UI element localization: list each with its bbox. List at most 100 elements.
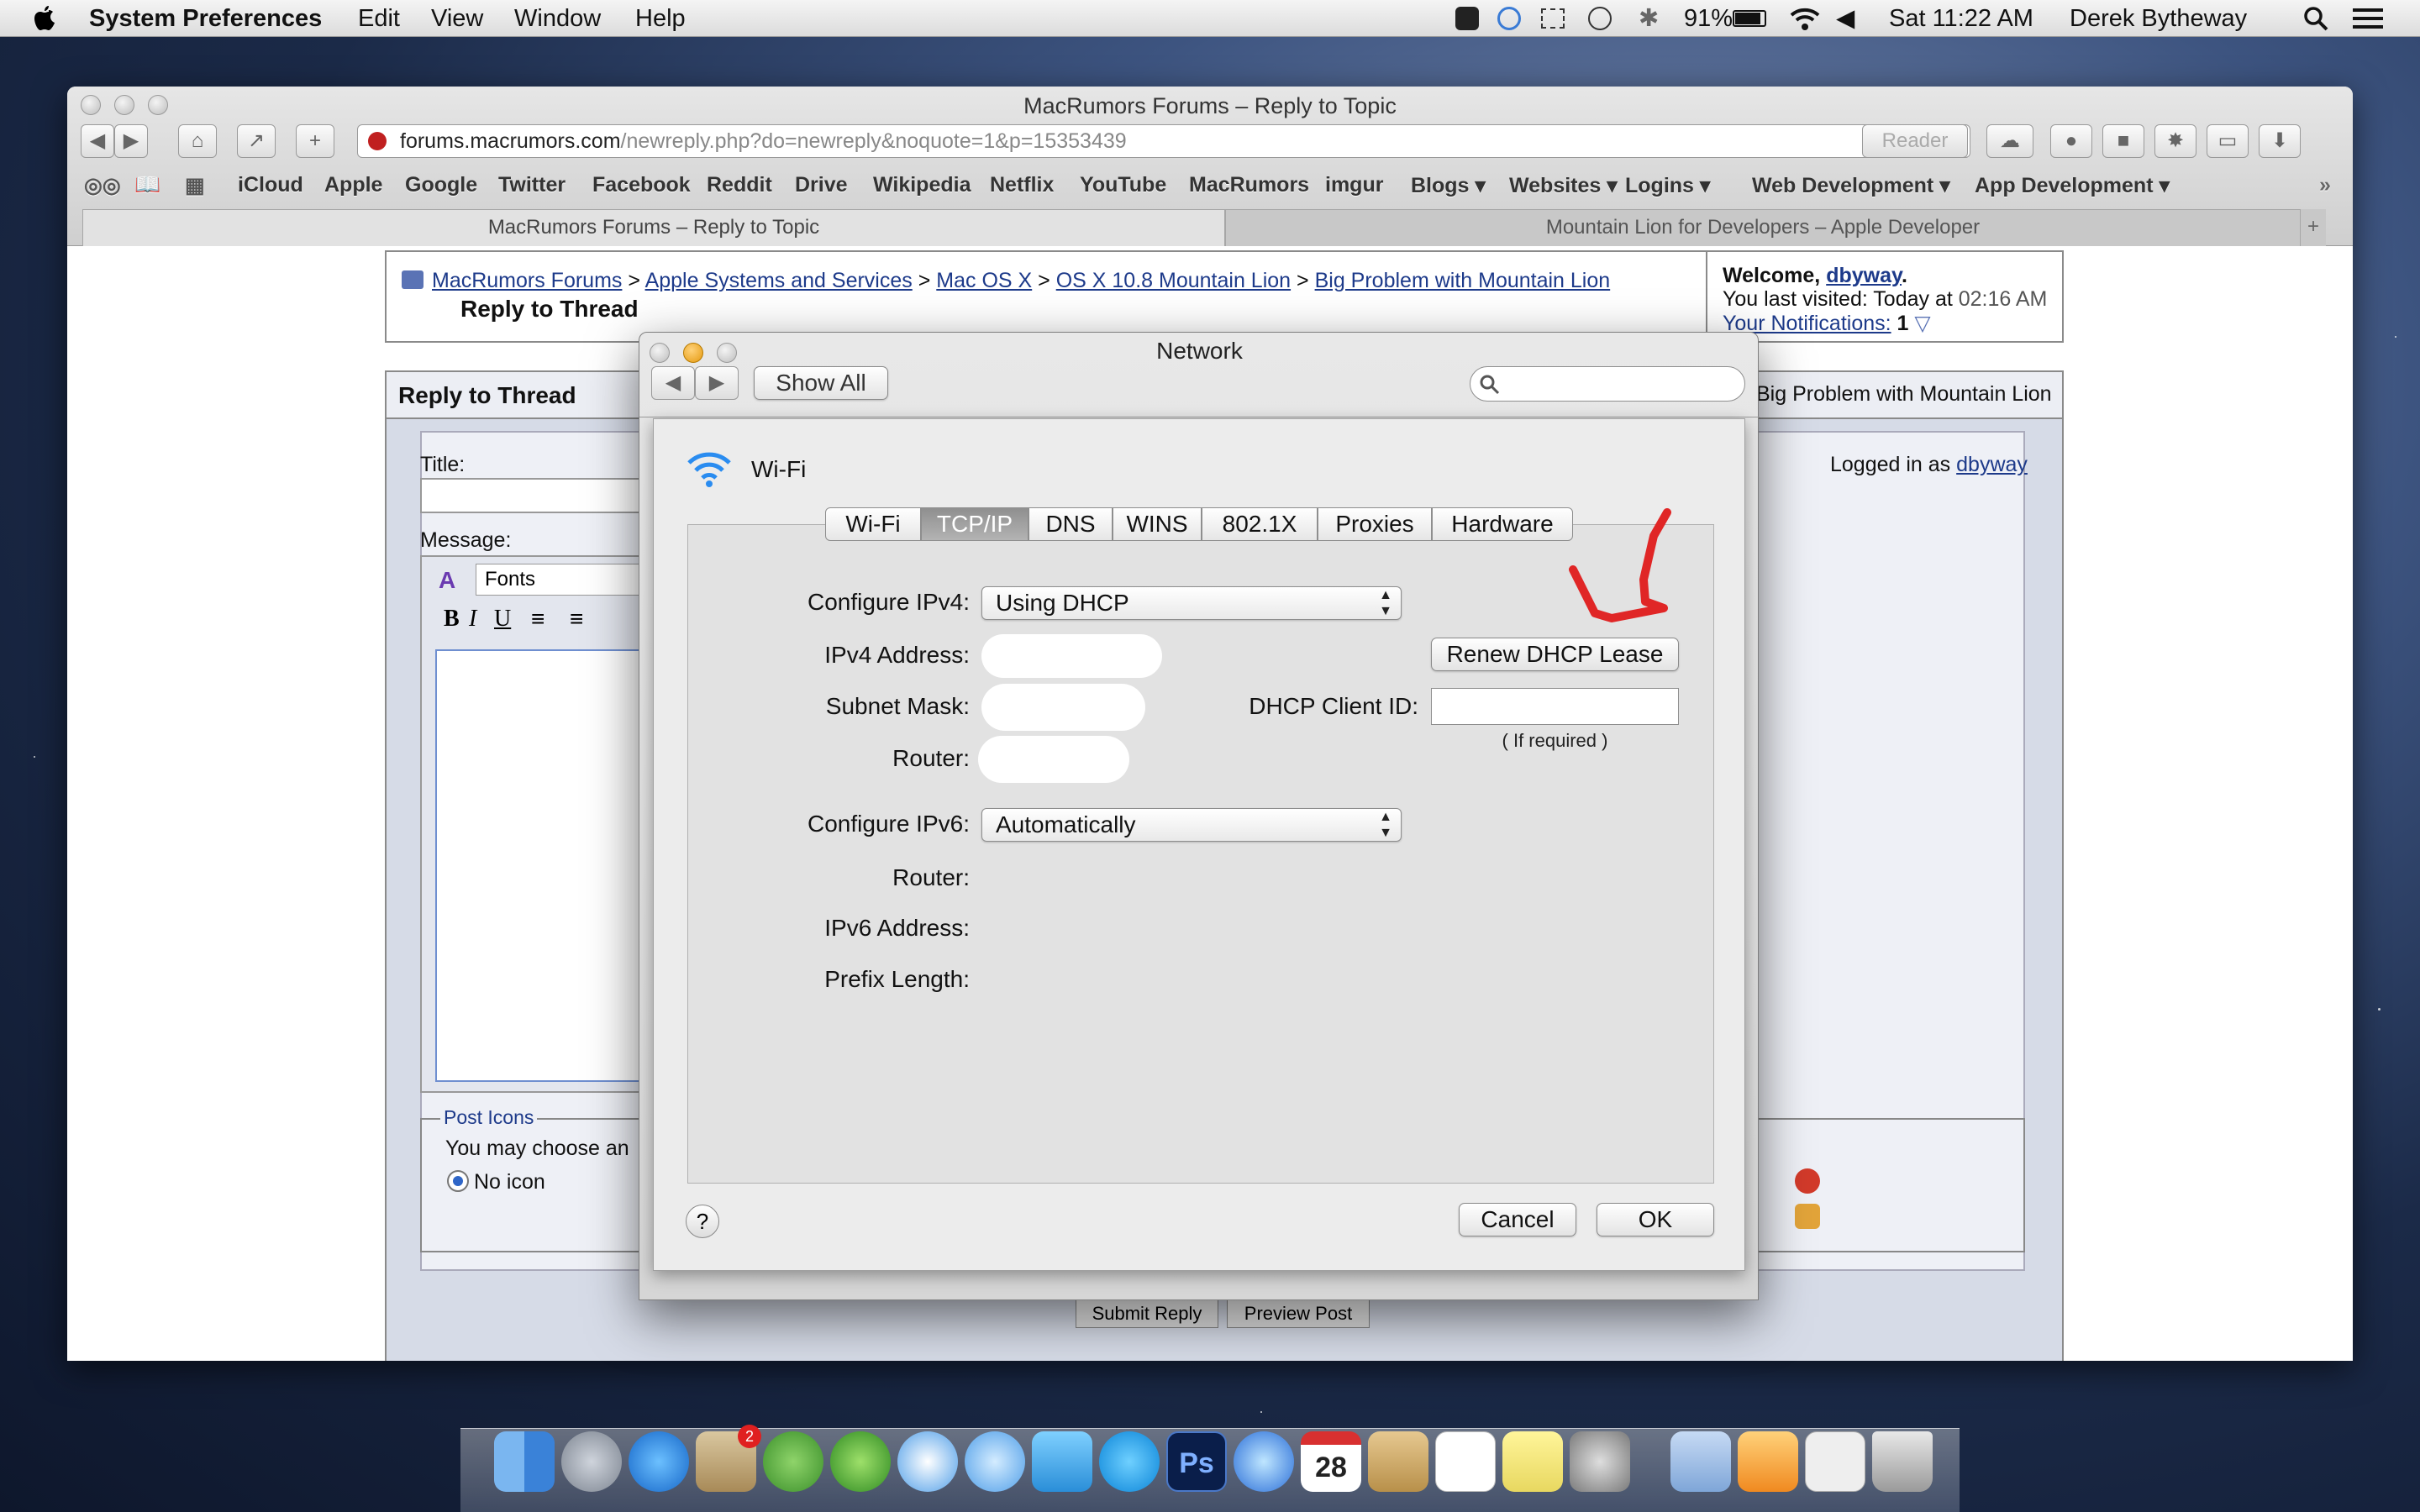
share-icon[interactable]: ↗: [237, 124, 276, 158]
menu-app-name[interactable]: System Preferences: [89, 4, 322, 33]
submit-reply-button[interactable]: Submit Reply: [1076, 1299, 1218, 1328]
bold-icon[interactable]: B: [444, 606, 460, 633]
ok-button[interactable]: OK: [1597, 1203, 1714, 1236]
font-style-icon[interactable]: A: [439, 567, 464, 593]
notification-center-icon[interactable]: [2353, 8, 2383, 29]
user-name[interactable]: Derek Bytheway: [2070, 4, 2247, 33]
back-icon[interactable]: ◀: [651, 366, 695, 400]
align-left-icon[interactable]: ≡: [531, 606, 544, 633]
breadcrumb-mac-os-x[interactable]: Mac OS X: [936, 269, 1032, 292]
spotify-icon[interactable]: [830, 1431, 891, 1492]
evernote-dock-icon[interactable]: [763, 1431, 823, 1492]
dhcp-client-id-input[interactable]: [1431, 688, 1679, 725]
tab-wifi[interactable]: Wi-Fi: [825, 507, 921, 541]
tab-802-1x[interactable]: 802.1X: [1202, 507, 1318, 541]
bookmark-netflix[interactable]: Netflix: [990, 173, 1054, 197]
bookmark-youtube[interactable]: YouTube: [1080, 173, 1166, 197]
itunes-icon[interactable]: [1234, 1431, 1294, 1492]
bookmark-web-development[interactable]: Web Development ▾: [1752, 173, 1950, 198]
tab-dns[interactable]: DNS: [1028, 507, 1113, 541]
menu-view[interactable]: View: [431, 4, 483, 33]
bookmark-apple[interactable]: Apple: [324, 173, 382, 197]
menu-window[interactable]: Window: [514, 4, 601, 33]
bookmark-websites[interactable]: Websites ▾: [1509, 173, 1618, 198]
extension-icon-2[interactable]: ■: [2102, 124, 2144, 158]
title-input[interactable]: [420, 478, 672, 513]
bookmark-drive[interactable]: Drive: [795, 173, 848, 197]
no-icon-radio[interactable]: [447, 1170, 469, 1192]
add-bookmark-icon[interactable]: +: [296, 124, 334, 158]
tab-macrumors[interactable]: MacRumors Forums – Reply to Topic: [82, 209, 1225, 246]
show-all-button[interactable]: Show All: [754, 366, 888, 400]
bookmark-facebook[interactable]: Facebook: [592, 173, 691, 197]
bookmark-app-development[interactable]: App Development ▾: [1975, 173, 2170, 198]
apple-icon[interactable]: [32, 5, 55, 32]
new-tab-icon[interactable]: +: [2301, 209, 2326, 246]
extension-icon-1[interactable]: ●: [2050, 124, 2092, 158]
icloud-tabs-icon[interactable]: ☁: [1986, 124, 2033, 158]
system-preferences-icon[interactable]: [1570, 1431, 1630, 1492]
welcome-username-link[interactable]: dbyway: [1826, 264, 1902, 287]
finder-icon[interactable]: [494, 1431, 555, 1492]
top-sites-icon[interactable]: ▦: [185, 173, 205, 198]
underline-icon[interactable]: U: [494, 606, 511, 633]
home-icon[interactable]: ⌂: [178, 124, 217, 158]
breadcrumb-macrumors-forums[interactable]: MacRumors Forums: [432, 269, 622, 292]
skype-icon[interactable]: [1099, 1431, 1160, 1492]
bookmark-reddit[interactable]: Reddit: [707, 173, 772, 197]
battery-icon[interactable]: [1733, 10, 1766, 27]
forward-icon[interactable]: ▶: [695, 366, 739, 400]
volume-icon[interactable]: ◀︎: [1836, 4, 1854, 33]
help-button[interactable]: ?: [686, 1205, 719, 1238]
downloads-stack-icon[interactable]: [1805, 1431, 1865, 1492]
breadcrumb-mountain-lion[interactable]: OS X 10.8 Mountain Lion: [1056, 269, 1291, 292]
tab-tcpip[interactable]: TCP/IP: [921, 507, 1028, 541]
evernote-icon[interactable]: [1455, 7, 1479, 30]
calendar-icon[interactable]: 28: [1301, 1431, 1361, 1492]
bookmark-google[interactable]: Google: [405, 173, 477, 197]
bookmarks-book-icon[interactable]: 📖: [134, 173, 160, 197]
reminders-icon[interactable]: [1435, 1431, 1496, 1492]
menu-edit[interactable]: Edit: [358, 4, 400, 33]
documents-stack-icon[interactable]: [1738, 1431, 1798, 1492]
preview-post-button[interactable]: Preview Post: [1227, 1299, 1370, 1328]
configure-ipv6-select[interactable]: Automatically ▲ ▼: [981, 808, 1402, 842]
breadcrumb-apple-systems[interactable]: Apple Systems and Services: [645, 269, 913, 292]
bookmark-twitter[interactable]: Twitter: [498, 173, 566, 197]
bookmark-imgur[interactable]: imgur: [1325, 173, 1383, 197]
bookmarks-overflow-icon[interactable]: »: [2319, 173, 2331, 197]
dropbox-icon[interactable]: [1497, 7, 1521, 30]
address-bar[interactable]: forums.macrumors.com/newreply.php?do=new…: [357, 124, 1970, 158]
trash-icon[interactable]: [1872, 1431, 1933, 1492]
bookmark-blogs[interactable]: Blogs ▾: [1411, 173, 1486, 198]
bluetooth-icon[interactable]: ✱: [1639, 4, 1659, 33]
forward-icon[interactable]: ▶: [114, 124, 148, 158]
reading-list-icon[interactable]: ◎◎: [84, 173, 121, 198]
reader-button[interactable]: Reader: [1862, 124, 1968, 158]
clock[interactable]: Sat 11:22 AM: [1889, 4, 2033, 33]
bookmark-icloud[interactable]: iCloud: [238, 173, 303, 197]
extension-icon-3[interactable]: ✸: [2154, 124, 2196, 158]
photoshop-icon[interactable]: Ps: [1166, 1431, 1227, 1492]
notes-icon[interactable]: [1502, 1431, 1563, 1492]
time-machine-icon[interactable]: [1588, 7, 1612, 30]
extension-icon-4[interactable]: ▭: [2207, 124, 2249, 158]
bookmark-logins[interactable]: Logins ▾: [1625, 173, 1710, 198]
back-icon[interactable]: ◀: [81, 124, 114, 158]
bookmark-wikipedia[interactable]: Wikipedia: [873, 173, 971, 197]
spotlight-search-icon[interactable]: [2302, 5, 2329, 32]
screen-capture-icon[interactable]: [1541, 8, 1565, 29]
mail-icon[interactable]: 2: [696, 1425, 761, 1492]
battery-percent[interactable]: 91%: [1684, 4, 1733, 33]
messages-icon[interactable]: [965, 1431, 1025, 1492]
menu-help[interactable]: Help: [635, 4, 686, 33]
tab-apple-developer[interactable]: Mountain Lion for Developers – Apple Dev…: [1225, 209, 2301, 246]
contacts-icon[interactable]: [1368, 1431, 1428, 1492]
downloads-icon[interactable]: ⬇: [2259, 124, 2301, 158]
launchpad-icon[interactable]: [561, 1431, 622, 1492]
chevron-down-icon[interactable]: ▽: [1914, 312, 1930, 335]
search-input[interactable]: [1470, 366, 1745, 402]
italic-icon[interactable]: I: [469, 606, 476, 633]
renew-dhcp-lease-button[interactable]: Renew DHCP Lease: [1431, 638, 1679, 671]
bookmark-macrumors[interactable]: MacRumors: [1189, 173, 1309, 197]
